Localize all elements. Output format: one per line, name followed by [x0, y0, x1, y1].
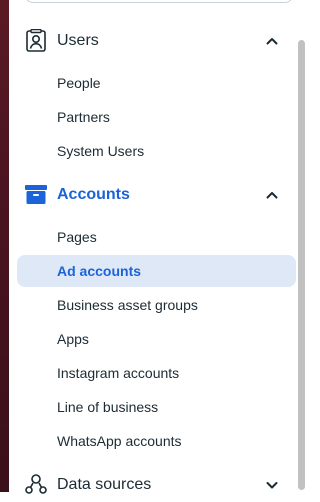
data-sources-icon [25, 474, 47, 494]
sidebar-item-label: Business asset groups [57, 297, 198, 313]
sidebar-item-label: System Users [57, 143, 145, 159]
sidebar-item-system-users[interactable]: System Users [17, 135, 296, 167]
sidebar-item-label: Instagram accounts [57, 365, 180, 381]
sidebar-item-pages[interactable]: Pages [17, 221, 296, 253]
sidebar-item-apps[interactable]: Apps [17, 323, 296, 355]
section-header-data-sources[interactable]: Data sources [9, 468, 299, 502]
section-label-accounts: Accounts [57, 186, 130, 203]
section-label-data-sources: Data sources [57, 476, 152, 493]
section-label-users: Users [57, 32, 99, 49]
sidebar-item-people[interactable]: People [17, 67, 296, 99]
search-box[interactable] [25, 0, 293, 3]
sidebar-item-label: People [57, 75, 101, 91]
chevron-up-icon[interactable] [265, 188, 279, 202]
sidebar-item-label: Line of business [57, 399, 159, 415]
sidebar-item-business-asset-groups[interactable]: Business asset groups [17, 289, 296, 321]
sidebar-item-label: Pages [57, 229, 97, 245]
sidebar-item-label: WhatsApp accounts [57, 433, 182, 449]
section-header-accounts[interactable]: Accounts [9, 178, 299, 212]
background-window-edge [0, 0, 9, 492]
sidebar-item-partners[interactable]: Partners [17, 101, 296, 133]
scrollbar-thumb[interactable] [298, 40, 305, 490]
briefcase-icon [25, 185, 47, 204]
sidebar-item-instagram-accounts[interactable]: Instagram accounts [17, 357, 296, 389]
chevron-up-icon[interactable] [265, 34, 279, 48]
sidebar-item-line-of-business[interactable]: Line of business [17, 391, 296, 423]
section-header-users[interactable]: Users [9, 24, 299, 58]
sidebar-item-label: Apps [57, 331, 89, 347]
sidebar-item-ad-accounts[interactable]: Ad accounts [17, 255, 296, 287]
sidebar-item-label: Partners [57, 109, 110, 125]
scrollbar[interactable] [295, 0, 309, 492]
sidebar-item-label: Ad accounts [57, 263, 142, 279]
sidebar-item-whatsapp-accounts[interactable]: WhatsApp accounts [17, 425, 296, 457]
chevron-down-icon[interactable] [265, 478, 279, 492]
users-icon [26, 29, 46, 52]
business-settings-sidebar: Users People Partners System Users Accou… [9, 0, 314, 494]
